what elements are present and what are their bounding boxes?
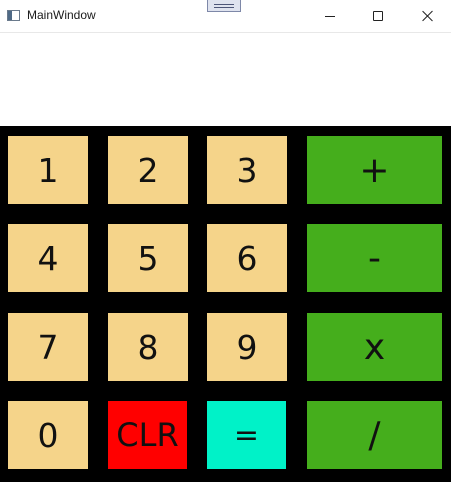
divide-button[interactable]: / [307, 401, 442, 469]
main-window: MainWindow 1 2 3 + 4 5 6 - 7 8 9 x 0 CLR… [0, 0, 451, 482]
key-5-button[interactable]: 5 [108, 224, 188, 292]
minimize-icon [325, 15, 335, 17]
close-icon [422, 10, 434, 22]
calculator-display [0, 33, 451, 126]
key-1-button[interactable]: 1 [8, 136, 88, 204]
key-6-button[interactable]: 6 [207, 224, 287, 292]
multiply-button[interactable]: x [307, 313, 442, 381]
key-3-button[interactable]: 3 [207, 136, 287, 204]
key-0-button[interactable]: 0 [8, 401, 88, 469]
key-2-button[interactable]: 2 [108, 136, 188, 204]
title-bar[interactable]: MainWindow [0, 0, 451, 33]
minimize-button[interactable] [307, 0, 353, 32]
clear-button[interactable]: CLR [108, 401, 187, 469]
key-8-button[interactable]: 8 [108, 313, 188, 381]
close-button[interactable] [405, 0, 451, 32]
key-9-button[interactable]: 9 [207, 313, 287, 381]
window-title: MainWindow [27, 8, 96, 22]
maximize-button[interactable] [355, 0, 401, 32]
add-button[interactable]: + [307, 136, 442, 204]
equals-button[interactable]: = [207, 401, 286, 469]
key-4-button[interactable]: 4 [8, 224, 88, 292]
subtract-button[interactable]: - [307, 224, 442, 292]
maximize-icon [373, 11, 383, 21]
app-window-icon [7, 10, 20, 21]
keypad: 1 2 3 + 4 5 6 - 7 8 9 x 0 CLR = / [0, 126, 451, 482]
key-7-button[interactable]: 7 [8, 313, 88, 381]
drag-handle-icon[interactable] [207, 0, 241, 12]
